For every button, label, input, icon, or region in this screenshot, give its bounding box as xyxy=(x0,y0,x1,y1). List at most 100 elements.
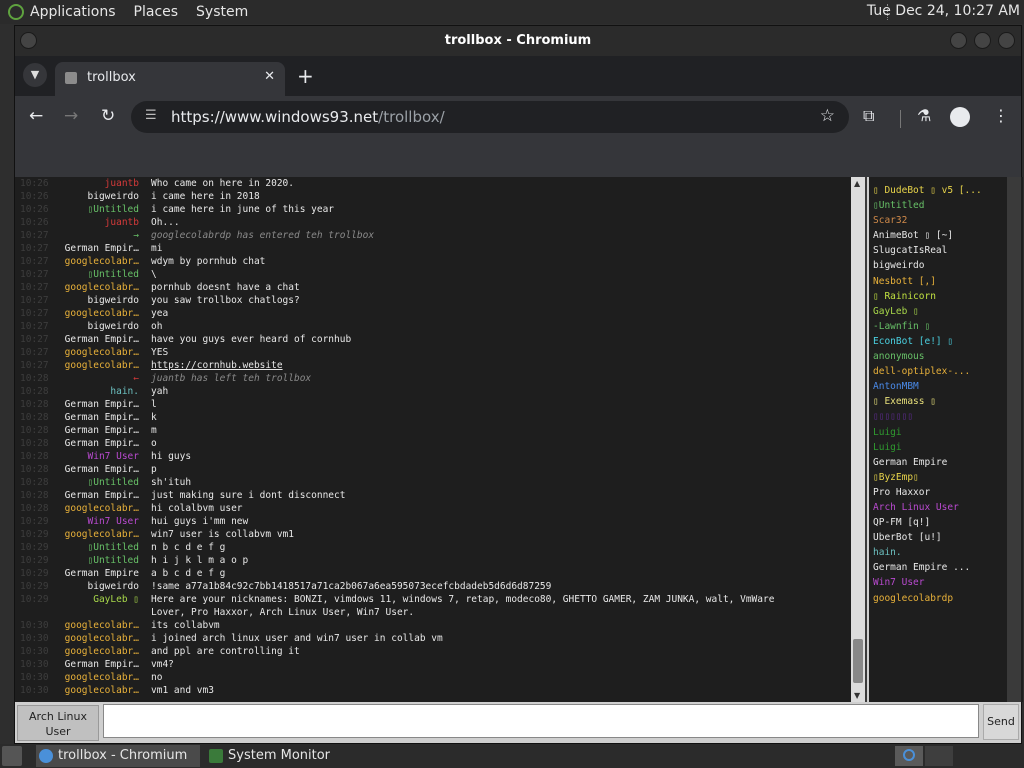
user-list-scrollbar[interactable] xyxy=(1007,177,1021,702)
more-menu-kebab-icon[interactable]: ⋮ xyxy=(993,106,1009,125)
user-list-item[interactable]: ▯▯▯▯▯▯▯ xyxy=(869,409,1023,424)
forward-arrow-icon[interactable]: → xyxy=(64,106,78,126)
user-list-item[interactable]: AnimeBot ▯ [~] xyxy=(869,228,1023,243)
message-nick[interactable]: → xyxy=(133,229,139,242)
places-menu[interactable]: Places xyxy=(134,4,179,20)
user-list-item[interactable]: hain. xyxy=(869,545,1023,560)
message-nick[interactable]: juantb xyxy=(105,177,139,190)
message-nick[interactable]: googlecolabr… xyxy=(65,307,139,320)
system-menu[interactable]: System xyxy=(196,4,248,20)
message-nick[interactable]: GayLeb ▯ xyxy=(93,593,139,606)
user-list-item[interactable]: Luigi xyxy=(869,425,1023,440)
user-list-item[interactable]: Scar32 xyxy=(869,213,1023,228)
message-nick[interactable]: bigweirdo xyxy=(88,580,139,593)
message-nick[interactable]: ▯Untitled xyxy=(88,541,139,554)
window-titlebar[interactable]: trollbox - Chromium xyxy=(15,26,1021,56)
message-nick[interactable]: bigweirdo xyxy=(88,294,139,307)
clock[interactable]: Tue Dec 24, 10:27 AM xyxy=(867,3,1020,19)
message-nick[interactable]: ▯Untitled xyxy=(88,203,139,216)
message-nick[interactable]: German Empir… xyxy=(65,333,139,346)
nickname-button[interactable]: Arch Linux User xyxy=(17,705,99,741)
close-tab-icon[interactable]: ✕ xyxy=(264,69,275,84)
new-tab-plus-icon[interactable]: + xyxy=(297,64,314,88)
user-list-item[interactable]: AntonMBM xyxy=(869,379,1023,394)
message-nick[interactable]: German Empir… xyxy=(65,242,139,255)
site-info-icon[interactable]: ☰ xyxy=(145,108,157,123)
message-nick[interactable]: googlecolabr… xyxy=(65,645,139,658)
window-menu-icon[interactable] xyxy=(20,32,37,49)
message-nick[interactable]: Win7 User xyxy=(88,515,139,528)
chat-log[interactable]: 10:26 juantb Who came on here in 2020. 10:2… xyxy=(15,177,851,702)
tab-trollbox[interactable]: trollbox ✕ xyxy=(55,62,285,96)
user-list-item[interactable]: Win7 User xyxy=(869,575,1023,590)
workspace-1[interactable] xyxy=(895,746,923,766)
tab-search-chevron-down-icon[interactable]: ▼ xyxy=(23,63,47,87)
chat-scrollbar[interactable]: ▲ ▼ xyxy=(851,177,865,702)
scroll-down-icon[interactable]: ▼ xyxy=(854,691,860,700)
user-list-item[interactable]: UberBot [u!] xyxy=(869,530,1023,545)
applications-menu[interactable]: Applications xyxy=(30,4,116,20)
message-nick[interactable]: googlecolabr… xyxy=(65,671,139,684)
message-nick[interactable]: ▯Untitled xyxy=(88,268,139,281)
labs-flask-icon[interactable]: ⚗ xyxy=(917,106,931,125)
user-list-item[interactable]: -Lawnfin ▯ xyxy=(869,319,1023,334)
user-list-item[interactable]: ▯ByzEmp▯ xyxy=(869,470,1023,485)
user-list-item[interactable]: QP-FM [q!] xyxy=(869,515,1023,530)
address-bar[interactable]: ☰ https://www.windows93.net/trollbox/ ☆ xyxy=(131,101,849,133)
user-list-item[interactable]: anonymous xyxy=(869,349,1023,364)
message-nick[interactable]: googlecolabr… xyxy=(65,281,139,294)
url-text[interactable]: https://www.windows93.net/trollbox/ xyxy=(171,108,445,126)
message-nick[interactable]: German Empire xyxy=(65,567,139,580)
message-nick[interactable]: googlecolabr… xyxy=(65,346,139,359)
user-list-item[interactable]: bigweirdo xyxy=(869,258,1023,273)
user-list[interactable]: ▯ DudeBot ▯ v5 [... ▯Untitled Scar32 AnimeB… xyxy=(867,177,1023,702)
send-button[interactable]: Send xyxy=(983,704,1019,740)
message-nick[interactable]: googlecolabr… xyxy=(65,502,139,515)
message-link[interactable]: https://cornhub.website xyxy=(151,360,283,371)
reload-icon[interactable]: ↻ xyxy=(101,106,115,126)
message-nick[interactable]: German Empir… xyxy=(65,424,139,437)
bookmark-star-icon[interactable]: ☆ xyxy=(820,106,835,126)
user-list-item[interactable]: ▯Untitled xyxy=(869,198,1023,213)
maximize-icon[interactable] xyxy=(974,32,991,49)
distro-logo-icon[interactable] xyxy=(8,4,24,20)
scrollbar-thumb[interactable] xyxy=(853,639,863,683)
workspace-2[interactable] xyxy=(925,746,953,766)
message-nick[interactable]: German Empir… xyxy=(65,411,139,424)
user-list-item[interactable]: GayLeb ▯ xyxy=(869,304,1023,319)
extensions-puzzle-icon[interactable]: ⧉ xyxy=(863,106,874,126)
user-list-item[interactable]: ▯ Exemass ▯ xyxy=(869,394,1023,409)
user-list-item[interactable]: ▯ DudeBot ▯ v5 [... xyxy=(869,183,1023,198)
user-list-item[interactable]: dell-optiplex-... xyxy=(869,364,1023,379)
user-list-item[interactable]: German Empire ... xyxy=(869,560,1023,575)
user-list-item[interactable]: Nesbott [,] xyxy=(869,274,1023,289)
message-nick[interactable]: bigweirdo xyxy=(88,190,139,203)
message-nick[interactable]: googlecolabr… xyxy=(65,528,139,541)
message-nick[interactable]: ▯Untitled xyxy=(88,554,139,567)
message-nick[interactable]: German Empir… xyxy=(65,658,139,671)
message-nick[interactable]: googlecolabr… xyxy=(65,632,139,645)
user-list-item[interactable]: Luigi xyxy=(869,440,1023,455)
user-list-item[interactable]: ▯ Rainicorn xyxy=(869,289,1023,304)
message-nick[interactable]: hain. xyxy=(110,385,139,398)
message-nick[interactable]: ▯Untitled xyxy=(88,476,139,489)
user-list-item[interactable]: googlecolabrdp xyxy=(869,591,1023,606)
close-window-icon[interactable] xyxy=(998,32,1015,49)
user-list-item[interactable]: SlugcatIsReal xyxy=(869,243,1023,258)
user-list-item[interactable]: Pro Haxxor xyxy=(869,485,1023,500)
taskbar-item-system-monitor[interactable]: System Monitor xyxy=(206,745,376,767)
minimize-icon[interactable] xyxy=(950,32,967,49)
message-nick[interactable]: German Empir… xyxy=(65,463,139,476)
message-nick[interactable]: ← xyxy=(133,372,139,385)
message-nick[interactable]: bigweirdo xyxy=(88,320,139,333)
profile-avatar-icon[interactable] xyxy=(950,107,970,127)
user-list-item[interactable]: EconBot [e!] ▯ xyxy=(869,334,1023,349)
message-nick[interactable]: German Empir… xyxy=(65,398,139,411)
scroll-up-icon[interactable]: ▲ xyxy=(854,179,860,188)
show-desktop-icon[interactable] xyxy=(2,746,22,766)
message-nick[interactable]: German Empir… xyxy=(65,437,139,450)
message-nick[interactable]: googlecolabr… xyxy=(65,619,139,632)
message-nick[interactable]: googlecolabr… xyxy=(65,359,139,372)
taskbar-item-chromium[interactable]: trollbox - Chromium xyxy=(36,745,200,767)
message-nick[interactable]: googlecolabr… xyxy=(65,684,139,697)
